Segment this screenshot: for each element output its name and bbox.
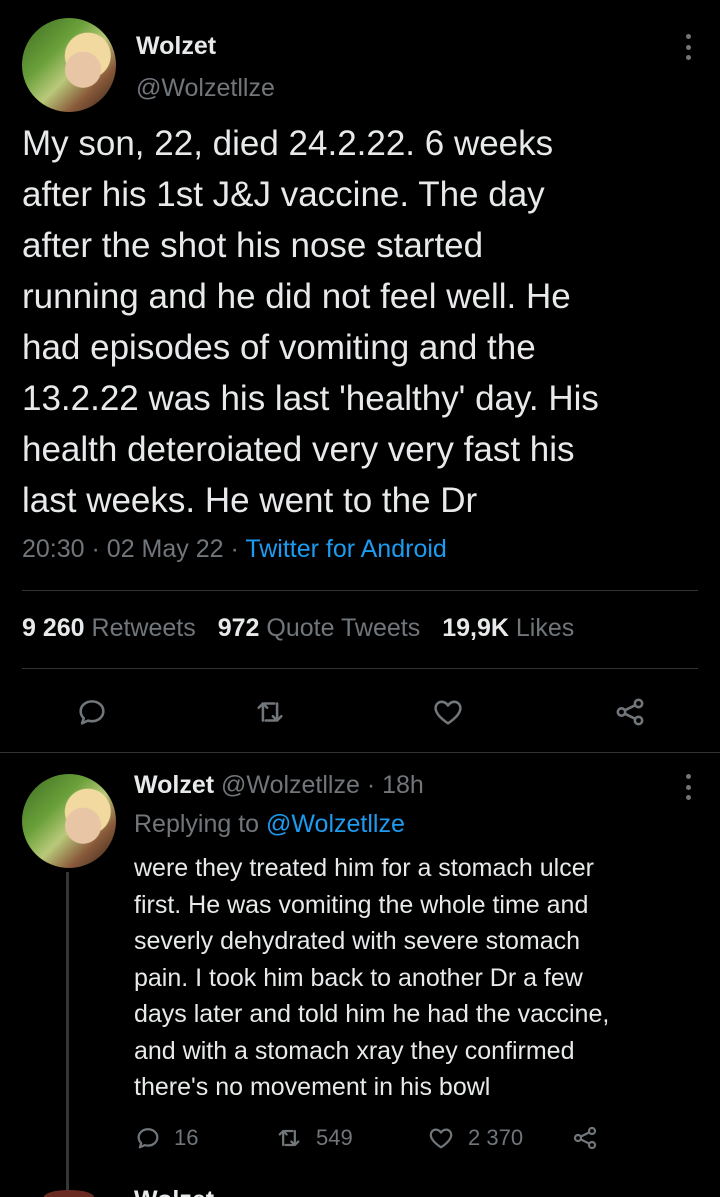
user-handle[interactable]: @Wolzetllze: [136, 74, 275, 103]
reply-reply-button[interactable]: 16: [134, 1120, 198, 1156]
retweets-stat[interactable]: 9 260 Retweets: [22, 614, 196, 643]
quote-tweets-stat[interactable]: 972 Quote Tweets: [218, 614, 420, 643]
avatar[interactable]: [22, 18, 116, 112]
reply-age[interactable]: 18h: [382, 771, 424, 799]
meta-separator: ·: [366, 771, 376, 799]
divider: [22, 668, 698, 669]
replying-prefix: Replying to: [134, 810, 260, 838]
next-reply-avatar[interactable]: [44, 1190, 94, 1197]
tweet-source-link[interactable]: Twitter for Android: [245, 535, 446, 563]
reply-icon: [137, 1128, 159, 1149]
reply-count: 16: [174, 1125, 199, 1150]
more-vertical-icon[interactable]: [684, 34, 692, 60]
retweet-icon: [257, 702, 283, 722]
display-name[interactable]: Wolzet: [136, 32, 216, 61]
replying-to-link[interactable]: @Wolzetllze: [266, 810, 405, 838]
more-vertical-icon[interactable]: [684, 774, 692, 800]
reply-actions: 16 549 2 370: [134, 1120, 694, 1156]
share-icon: [616, 698, 644, 726]
thread-line: [66, 872, 69, 1197]
reply-like-button[interactable]: 2 370: [426, 1120, 523, 1156]
like-button[interactable]: [424, 688, 472, 736]
meta-separator: ·: [230, 535, 239, 563]
tweet-meta: 20:30 · 02 May 22 · Twitter for Android: [22, 535, 447, 564]
reply-display-name[interactable]: Wolzet: [134, 771, 214, 799]
likes-stat[interactable]: 19,9K Likes: [442, 614, 574, 643]
reply-retweet-button[interactable]: 549: [274, 1120, 353, 1156]
tweet-time[interactable]: 20:30: [22, 535, 85, 563]
replying-to: Replying to @Wolzetllze: [134, 810, 405, 839]
tweet-text: My son, 22, died 24.2.22. 6 weeks after …: [22, 124, 599, 520]
meta-separator: ·: [91, 535, 100, 563]
retweet-count: 549: [316, 1125, 353, 1150]
tweet-actions: [0, 688, 720, 736]
section-divider: [0, 752, 720, 753]
reply-avatar[interactable]: [22, 774, 116, 868]
reply-handle[interactable]: @Wolzetllze: [221, 771, 360, 799]
reply-header: Wolzet @Wolzetllze · 18h: [134, 771, 424, 800]
retweet-button[interactable]: [246, 688, 294, 736]
share-button[interactable]: [606, 688, 654, 736]
retweet-icon: [278, 1129, 300, 1147]
reply-text: were they treated him for a stomach ulce…: [134, 854, 610, 1101]
next-reply-name[interactable]: Wolzet: [134, 1186, 214, 1197]
reply-button[interactable]: [68, 688, 116, 736]
heart-icon: [434, 700, 462, 725]
tweet-stats: 9 260 Retweets 972 Quote Tweets 19,9K Li…: [22, 614, 574, 643]
heart-icon: [429, 1128, 453, 1149]
tweet-date[interactable]: 02 May 22: [107, 535, 224, 563]
reply-share-button[interactable]: [570, 1120, 600, 1156]
main-tweet: Wolzet @Wolzetllze My son, 22, died 24.2…: [0, 0, 720, 752]
share-icon: [573, 1126, 597, 1150]
reply-icon: [79, 700, 105, 725]
divider: [22, 590, 698, 591]
like-count: 2 370: [468, 1125, 524, 1150]
